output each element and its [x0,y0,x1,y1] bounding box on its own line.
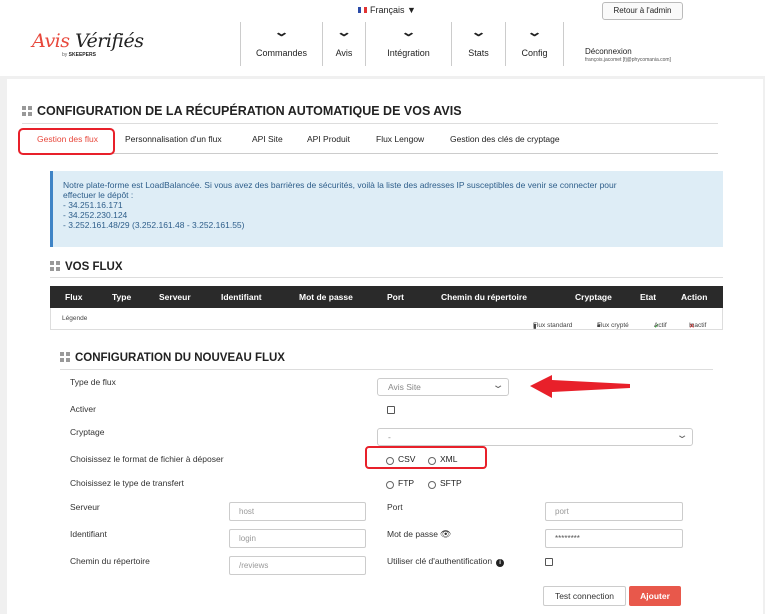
sftp-radio[interactable] [428,481,436,489]
serveur-input[interactable]: host [229,502,366,521]
password-input[interactable]: ******** [545,529,683,548]
france-flag-icon [358,7,367,13]
back-to-admin-button[interactable]: Retour à l'admin [602,2,683,20]
tab-api-produit[interactable]: API Produit [307,134,350,144]
password-label: Mot de passe 👁︎ [387,529,452,540]
cle-auth-label: Utiliser clé d'authentification i [387,556,505,567]
type-flux-select[interactable]: Avis Site ⌄ [377,378,509,396]
column-header: Serveur [159,292,191,302]
column-header: Flux [65,292,83,302]
column-header: Cryptage [575,292,612,302]
divider [22,123,718,124]
chemin-input[interactable]: /reviews [229,556,366,575]
tab-flux-lengow[interactable]: Flux Lengow [376,134,424,144]
column-header: Action [681,292,708,302]
grid-icon [22,106,32,116]
column-header: Type [112,292,132,302]
column-header: Port [387,292,404,302]
port-input[interactable]: port [545,502,683,521]
new-flux-title: CONFIGURATION DU NOUVEAU FLUX [60,352,285,364]
column-header: Mot de passe [299,292,353,302]
flux-table-header: Flux Type Serveur Identifiant Mot de pas… [50,286,723,308]
ftp-label: FTP [398,478,415,488]
tab-personnalisation[interactable]: Personnalisation d'un flux [125,134,222,144]
user-email: françois.jacomet [fj@phycomania.com] [585,57,671,63]
chevron-down-icon: ⌄ [526,25,543,39]
nav-config[interactable]: ⌄ Config [505,22,564,66]
port-label: Port [387,502,403,512]
divider [50,277,723,278]
serveur-label: Serveur [70,502,100,512]
add-flux-button[interactable]: Ajouter [629,586,681,606]
page-title: CONFIGURATION DE LA RÉCUPÉRATION AUTOMAT… [22,104,462,118]
identifiant-label: Identifiant [70,529,107,539]
cryptage-select[interactable]: - ⌄ [377,428,693,446]
divider [60,369,713,370]
activer-checkbox[interactable] [387,406,395,414]
vos-flux-title: VOS FLUX [50,261,123,273]
column-header: Etat [640,292,657,302]
chemin-label: Chemin du répertoire [70,556,150,566]
ftp-radio[interactable] [386,481,394,489]
chevron-down-icon: ⌄ [491,380,505,391]
test-connection-button[interactable]: Test connection [543,586,626,606]
cryptage-label: Cryptage [70,427,105,437]
tab-bar: Gestion des flux Personnalisation d'un f… [22,130,718,154]
identifiant-input[interactable]: login [229,529,366,548]
top-header: Avis Vérifiés by SKEEPERS Français ▼ Ret… [0,0,765,76]
avis-verifies-logo[interactable]: Avis Vérifiés by SKEEPERS [32,30,144,58]
language-selector[interactable]: Français ▼ [358,5,416,15]
column-header: Identifiant [221,292,262,302]
eye-icon[interactable]: 👁︎ [440,529,451,540]
format-annotation-highlight [365,446,487,469]
column-header: Chemin du répertoire [441,292,527,302]
red-arrow-annotation [530,375,630,398]
tab-cles-cryptage[interactable]: Gestion des clés de cryptage [450,134,560,144]
chevron-down-icon: ⌄ [675,430,689,441]
format-label: Choisissez le format de fichier à dépose… [70,454,224,464]
activer-label: Activer [70,404,96,414]
transfer-label: Choisissez le type de transfert [70,478,184,488]
sftp-label: SFTP [440,478,462,488]
logout-link[interactable]: Déconnexion [585,47,632,56]
flux-legend: Légende ▮ Flux standard 🔒︎ Flux crypté ✓… [50,308,723,330]
ip-info-box: Notre plate-forme est LoadBalancée. Si v… [50,171,723,247]
tab-annotation-highlight [18,128,115,155]
main-nav: ⌄ Commandes ⌄ Avis ⌄ Intégration ⌄ Stats ⌄ Co… [240,22,564,66]
info-icon[interactable]: i [496,559,505,567]
tab-api-site[interactable]: API Site [252,134,283,144]
cle-auth-checkbox[interactable] [545,558,553,566]
grid-icon [60,352,70,362]
type-flux-label: Type de flux [70,377,116,387]
grid-icon [50,261,60,271]
